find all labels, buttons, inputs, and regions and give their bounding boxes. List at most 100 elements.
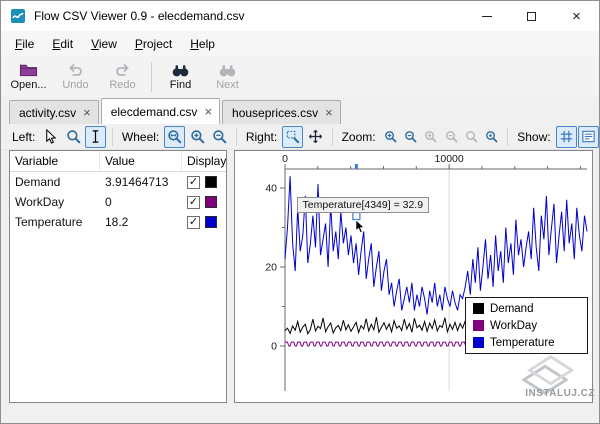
wheel-label: Wheel:	[121, 129, 160, 144]
zoom-in-icon	[384, 130, 397, 143]
wheel-zoom-out-button[interactable]	[209, 126, 230, 148]
variables-table-panel: Variable Value Display Demand 3.91464713…	[9, 150, 227, 403]
variable-name: Demand	[15, 175, 61, 189]
column-header-value[interactable]: Value	[100, 151, 182, 171]
close-button[interactable]: ×	[554, 2, 599, 31]
title-bar: Flow CSV Viewer 0.9 - elecdemand.csv ×	[1, 1, 599, 31]
series-color-swatch[interactable]	[205, 216, 217, 228]
legend-swatch-workday	[473, 320, 484, 331]
left-pointer-button[interactable]	[40, 126, 61, 148]
tab-close-icon[interactable]: ×	[83, 106, 91, 119]
svg-text:10000: 10000	[435, 153, 464, 165]
chart-legend: Demand WorkDay Temperature	[465, 297, 588, 354]
minimize-button[interactable]	[464, 2, 509, 31]
column-header-display[interactable]: Display	[182, 151, 226, 171]
zoom-undo-button	[462, 126, 481, 148]
magnifier-plus-icon	[190, 129, 205, 144]
menu-file[interactable]: File	[6, 33, 43, 55]
svg-text:0: 0	[271, 341, 277, 353]
display-checkbox[interactable]: ✓	[187, 195, 200, 209]
tab-close-icon[interactable]: ×	[204, 105, 212, 118]
tab-label: houseprices.csv	[232, 105, 319, 120]
magnifier-horizontal-icon	[167, 129, 182, 144]
zoom-in-button[interactable]	[381, 126, 400, 148]
legend-row: Temperature	[466, 334, 587, 351]
tab-close-icon[interactable]: ×	[325, 106, 333, 119]
legend-swatch-demand	[473, 303, 484, 314]
app-icon	[10, 8, 26, 24]
close-icon: ×	[572, 7, 581, 25]
panel-splitter[interactable]	[227, 150, 234, 403]
zoom-region-icon	[285, 129, 300, 144]
legend-row: WorkDay	[466, 317, 587, 334]
right-pan-button[interactable]	[304, 126, 325, 148]
open-button[interactable]: Open...	[5, 58, 52, 96]
svg-text:0: 0	[282, 153, 288, 165]
zoom-reset-button[interactable]	[482, 126, 501, 148]
menu-view[interactable]: View	[82, 33, 126, 55]
svg-text:40: 40	[265, 183, 277, 195]
zoom-out-button[interactable]	[401, 126, 420, 148]
left-ibeam-button[interactable]	[84, 125, 106, 148]
tab-label: elecdemand.csv	[110, 104, 198, 119]
app-window: Flow CSV Viewer 0.9 - elecdemand.csv × F…	[0, 0, 600, 424]
zoom-undo-icon	[465, 130, 478, 143]
pan-move-icon	[308, 129, 323, 144]
maximize-icon	[527, 11, 536, 21]
open-label: Open...	[10, 79, 47, 91]
show-label: Show:	[517, 129, 551, 144]
display-checkbox[interactable]: ✓	[187, 175, 200, 189]
show-grid-button[interactable]	[555, 125, 577, 148]
tab-label: activity.csv	[19, 105, 77, 120]
find-next-icon	[218, 62, 237, 78]
main-toolbar: Open... Undo Redo Find Next	[1, 56, 599, 97]
series-color-swatch[interactable]	[205, 196, 217, 208]
svg-text:20: 20	[265, 262, 277, 274]
zoom-in-x-button	[421, 126, 440, 148]
table-header-row: Variable Value Display	[10, 151, 226, 172]
zoom-label: Zoom:	[341, 129, 376, 144]
left-zoom-button[interactable]	[63, 126, 84, 148]
tab-houseprices-csv[interactable]: houseprices.csv ×	[222, 100, 341, 124]
zoom-reset-icon	[485, 130, 498, 143]
zoom-out-x-icon	[445, 130, 458, 143]
legend-label-temperature: Temperature	[490, 336, 555, 349]
right-zoom-box-button[interactable]	[282, 125, 304, 148]
tab-activity-csv[interactable]: activity.csv ×	[9, 100, 99, 124]
wheel-zoom-in-button[interactable]	[186, 126, 207, 148]
find-binoculars-icon	[171, 62, 190, 78]
menu-project[interactable]: Project	[126, 33, 181, 55]
menu-help[interactable]: Help	[181, 33, 224, 55]
pointer-cursor-icon	[43, 129, 58, 144]
group-separator	[235, 127, 237, 146]
toolbar-separator	[151, 61, 152, 92]
show-legend-button[interactable]	[577, 125, 599, 148]
menu-bar: File Edit View Project Help	[1, 31, 599, 56]
mouse-cursor-icon	[354, 219, 365, 235]
find-button[interactable]: Find	[157, 58, 204, 96]
group-separator	[507, 127, 509, 146]
maximize-button[interactable]	[509, 2, 554, 31]
tab-elecdemand-csv[interactable]: elecdemand.csv ×	[100, 98, 221, 124]
table-row-demand[interactable]: Demand 3.91464713 ✓	[10, 172, 226, 192]
redo-label: Redo	[109, 79, 136, 91]
zoom-in-x-icon	[424, 130, 437, 143]
minimize-icon	[481, 15, 492, 17]
series-color-swatch[interactable]	[205, 176, 217, 188]
group-separator	[111, 127, 113, 146]
zoom-out-icon	[404, 130, 417, 143]
tab-bar: activity.csv × elecdemand.csv × housepri…	[1, 97, 599, 124]
right-mouse-label: Right:	[245, 129, 278, 144]
undo-icon	[66, 62, 85, 78]
menu-edit[interactable]: Edit	[43, 33, 82, 55]
magnifier-minus-icon	[212, 129, 227, 144]
variable-value: 18.2	[105, 215, 129, 229]
table-row-workday[interactable]: WorkDay 0 ✓	[10, 192, 226, 212]
main-split-area: Variable Value Display Demand 3.91464713…	[9, 150, 593, 403]
table-row-temperature[interactable]: Temperature 18.2 ✓	[10, 212, 226, 232]
display-checkbox[interactable]: ✓	[187, 215, 200, 229]
variable-value: 0	[105, 195, 112, 209]
wheel-zoom-horizontal-button[interactable]	[164, 125, 186, 148]
variable-name: WorkDay	[15, 195, 65, 209]
column-header-variable[interactable]: Variable	[10, 151, 100, 171]
